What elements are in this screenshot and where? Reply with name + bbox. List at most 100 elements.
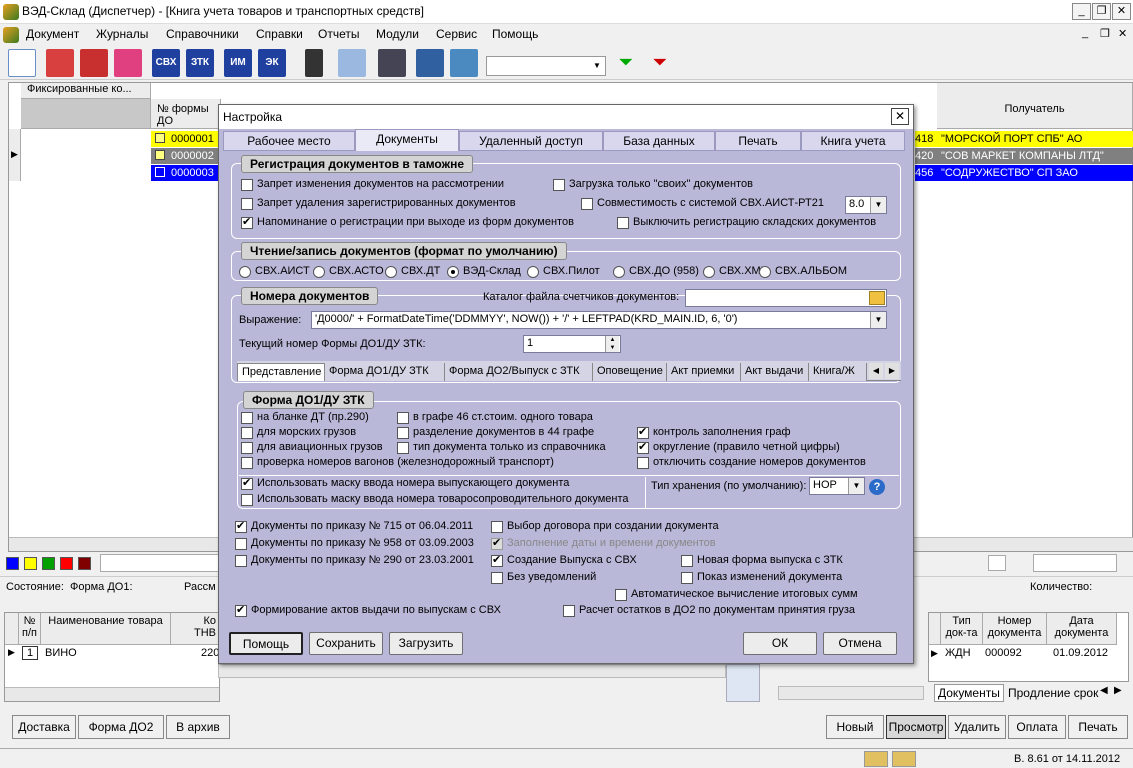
form-do2-button[interactable]: Форма ДО2 (78, 715, 164, 739)
tab-print[interactable]: Печать (715, 131, 801, 151)
rw-radio-4[interactable] (527, 266, 539, 278)
subtab-issue-act[interactable]: Акт выдачи (741, 363, 809, 381)
restore-button[interactable]: ❐ (1092, 3, 1111, 20)
load-button[interactable]: Загрузить (389, 632, 463, 655)
rw-radio-2[interactable] (385, 266, 397, 278)
book-red2-icon[interactable] (80, 49, 108, 77)
subtab-form-do2[interactable]: Форма ДО2/Выпуск с ЗТК (445, 363, 593, 381)
col-receiver[interactable]: Получатель (937, 83, 1133, 129)
menu-inquiries[interactable]: Справки (256, 27, 303, 41)
rw-radio-1[interactable] (313, 266, 325, 278)
goods-row-name[interactable]: ВИНО (45, 647, 77, 659)
middle-hscroll[interactable] (218, 664, 726, 678)
payment-button[interactable]: Оплата (1008, 715, 1066, 739)
reg-disable-warehouse-checkbox[interactable] (617, 217, 629, 229)
do1-option-1-checkbox[interactable] (397, 412, 409, 424)
mdi-close-button[interactable]: ✕ (1118, 27, 1127, 40)
misc-option-2-checkbox[interactable] (235, 538, 247, 550)
minimize-button[interactable]: _ (1072, 3, 1091, 20)
menu-modules[interactable]: Модули (376, 27, 419, 41)
col-form-number[interactable]: № формы ДО (151, 99, 221, 129)
docs-col-type[interactable]: Тип док-та (941, 613, 983, 645)
rw-radio-5[interactable] (613, 266, 625, 278)
tab-database[interactable]: База данных (603, 131, 715, 151)
docs-row-number[interactable]: 000092 (985, 647, 1022, 659)
traffic-light-icon[interactable] (305, 49, 323, 77)
goods-hscrollbar[interactable] (5, 687, 219, 701)
open-folder-icon[interactable] (869, 291, 885, 305)
search-icon[interactable] (338, 49, 366, 77)
rw-radio-7[interactable] (759, 266, 771, 278)
status-color-red[interactable] (60, 557, 73, 570)
status-color-maroon[interactable] (78, 557, 91, 570)
tab-ledger[interactable]: Книга учета (801, 131, 905, 151)
goods-row-num[interactable]: 1 (22, 646, 38, 660)
misc-option-11-checkbox[interactable] (563, 605, 575, 617)
goods-col-num[interactable]: № п/п (19, 613, 41, 645)
misc-option-9-checkbox[interactable] (615, 589, 627, 601)
help-button[interactable]: Помощь (229, 632, 303, 655)
do1-option-0-checkbox[interactable] (241, 412, 253, 424)
view-button[interactable]: Просмотр (886, 715, 946, 739)
do1-option-4-checkbox[interactable] (637, 425, 649, 439)
print-button[interactable]: Печать (1068, 715, 1128, 739)
delivery-button[interactable]: Доставка (12, 715, 76, 739)
tab-extension[interactable]: Продление срок (1006, 685, 1100, 701)
list-icon[interactable] (378, 49, 406, 77)
do1-option-6-checkbox[interactable] (397, 442, 409, 454)
grid-row-1-receiver[interactable]: "МОРСКОЙ ПОРТ СПБ" АО (937, 131, 1133, 147)
menu-reports[interactable]: Отчеты (318, 27, 359, 41)
subtab-ledger[interactable]: Книга/Ж (809, 363, 867, 381)
do1-option-7-checkbox[interactable] (637, 440, 649, 454)
filter-field[interactable] (100, 554, 220, 572)
filter-add-icon[interactable]: ⏷ (612, 49, 640, 77)
status-color-yellow[interactable] (24, 557, 37, 570)
svh-icon[interactable]: СВХ (152, 49, 180, 77)
edit-icon[interactable] (988, 555, 1006, 571)
reg-lock-delete-checkbox[interactable] (241, 198, 253, 210)
do1-option-3-checkbox[interactable] (397, 427, 409, 439)
expression-input[interactable]: 'Д0000/' + FormatDateTime('DDMMYY', NOW(… (311, 311, 887, 329)
status-color-green[interactable] (42, 557, 55, 570)
reg-reminder-checkbox[interactable] (241, 215, 253, 229)
rw-radio-6[interactable] (703, 266, 715, 278)
expression-dropdown-icon[interactable]: ▼ (870, 312, 886, 328)
subtab-view[interactable]: Представление (237, 363, 325, 381)
tab-scroll-left-icon[interactable]: ◀ (1100, 685, 1108, 696)
book-pink-icon[interactable] (114, 49, 142, 77)
docs-row-date[interactable]: 01.09.2012 (1053, 647, 1108, 659)
book-red-icon[interactable] (46, 49, 74, 77)
right-filter-field[interactable] (1033, 554, 1117, 572)
goods-row-code[interactable]: 220 (201, 647, 219, 659)
misc-option-6-checkbox[interactable] (681, 555, 693, 567)
misc-option-5-checkbox[interactable] (491, 553, 503, 567)
do1-option-10-checkbox[interactable] (241, 476, 253, 490)
misc-option-1-checkbox[interactable] (491, 521, 503, 533)
close-button[interactable]: ✕ (1112, 3, 1131, 20)
misc-option-8-checkbox[interactable] (681, 572, 693, 584)
middle-vscroll[interactable] (726, 664, 760, 702)
compat-version-dropdown-icon[interactable]: ▼ (870, 197, 886, 213)
toolbar-combo[interactable]: ▼ (486, 56, 606, 76)
help-icon[interactable]: ? (869, 479, 885, 495)
misc-option-3-checkbox[interactable] (491, 536, 503, 550)
subtab-left-icon[interactable]: ◀ (869, 363, 883, 379)
docs-col-date[interactable]: Дата документа (1047, 613, 1117, 645)
reg-own-docs-checkbox[interactable] (553, 179, 565, 191)
middle-right-hscroll[interactable] (778, 686, 924, 700)
do1-option-2-checkbox[interactable] (241, 427, 253, 439)
document-icon[interactable] (8, 49, 36, 77)
docs-row-type[interactable]: ЖДН (945, 647, 971, 659)
reg-compat-checkbox[interactable] (581, 198, 593, 210)
rw-radio-3[interactable] (447, 266, 459, 278)
ok-button[interactable]: ОК (743, 632, 817, 655)
ek-icon[interactable]: ЭК (258, 49, 286, 77)
do1-option-8-checkbox[interactable] (241, 457, 253, 469)
counter-catalog-input[interactable] (685, 289, 887, 307)
fixed-columns-header[interactable]: Фиксированные ко... (21, 83, 151, 99)
do1-option-9-checkbox[interactable] (637, 457, 649, 469)
mdi-minimize-button[interactable]: _ (1082, 27, 1088, 39)
rw-radio-0[interactable] (239, 266, 251, 278)
menu-service[interactable]: Сервис (436, 27, 477, 41)
mdi-restore-button[interactable]: ❐ (1100, 27, 1110, 40)
